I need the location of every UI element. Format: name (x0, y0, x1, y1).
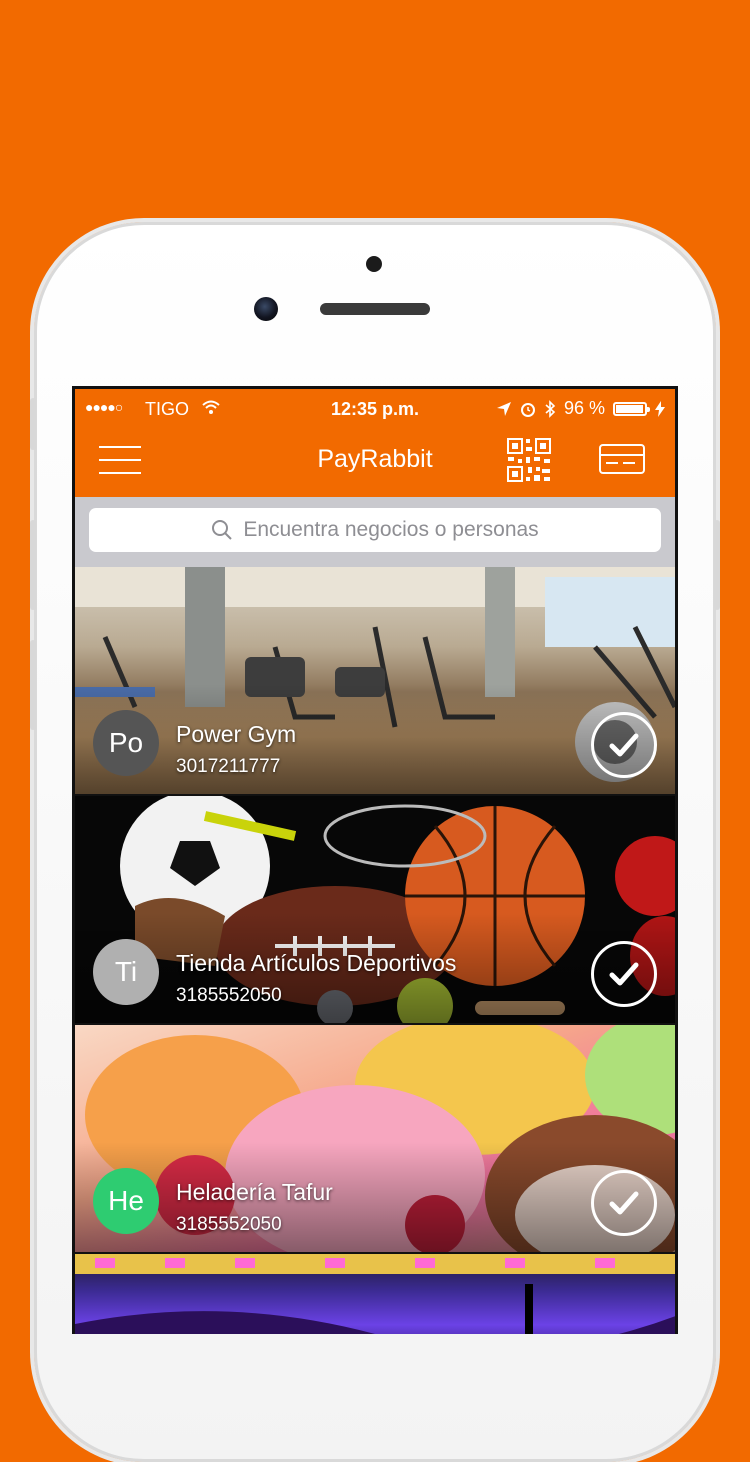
front-sensor (366, 256, 382, 272)
list-item[interactable] (75, 1254, 675, 1334)
select-check-button[interactable] (591, 1170, 657, 1236)
volume-down-button (30, 640, 36, 730)
qr-code-icon[interactable] (506, 437, 552, 483)
search-placeholder: Encuentra negocios o personas (243, 518, 539, 541)
checkmark-icon (609, 733, 639, 757)
avatar: He (93, 1168, 159, 1234)
business-list: Po Power Gym 3017211777 Ti Tienda Artícu… (75, 567, 675, 1334)
phone-screen: ●●●●○ TIGO 12:35 p.m. 96 % PayRabbit Enc… (72, 386, 678, 1334)
business-name: Tienda Artículos Deportivos (176, 950, 457, 976)
status-right: 96 % (496, 398, 665, 419)
power-button (714, 520, 720, 610)
app-title: PayRabbit (317, 445, 433, 473)
business-phone: 3185552050 (176, 1214, 282, 1235)
business-phone: 3185552050 (176, 985, 282, 1006)
bluetooth-icon (545, 399, 556, 418)
search-bar: Encuentra negocios o personas (75, 497, 675, 567)
select-check-button[interactable] (591, 712, 657, 778)
search-input[interactable]: Encuentra negocios o personas (89, 508, 661, 552)
location-arrow-icon (496, 401, 511, 416)
charging-bolt-icon (655, 400, 665, 417)
battery-icon (613, 401, 650, 416)
checkmark-icon (609, 962, 639, 986)
avatar: Ti (93, 939, 159, 1005)
search-icon (212, 520, 233, 540)
list-item[interactable]: He Heladería Tafur 3185552050 (75, 1025, 675, 1254)
status-bar: ●●●●○ TIGO 12:35 p.m. 96 % (75, 389, 675, 429)
club-photo (75, 1254, 675, 1334)
earpiece-speaker (320, 303, 430, 315)
navigation-bar: ●●●●○ TIGO 12:35 p.m. 96 % PayRabbit (75, 389, 675, 497)
list-item[interactable]: Po Power Gym 3017211777 (75, 567, 675, 796)
business-name: Power Gym (176, 721, 297, 747)
mute-switch (30, 398, 36, 450)
business-name: Heladería Tafur (176, 1179, 333, 1205)
front-camera (254, 297, 278, 321)
list-item[interactable]: Ti Tienda Artículos Deportivos 318555205… (75, 796, 675, 1025)
avatar: Po (93, 710, 159, 776)
credit-card-icon[interactable] (599, 444, 645, 474)
battery-percent: 96 % (563, 398, 605, 418)
volume-up-button (30, 520, 36, 610)
select-check-button[interactable] (591, 941, 657, 1007)
alarm-icon (520, 402, 535, 417)
business-phone: 3017211777 (176, 756, 281, 777)
checkmark-icon (609, 1191, 639, 1215)
